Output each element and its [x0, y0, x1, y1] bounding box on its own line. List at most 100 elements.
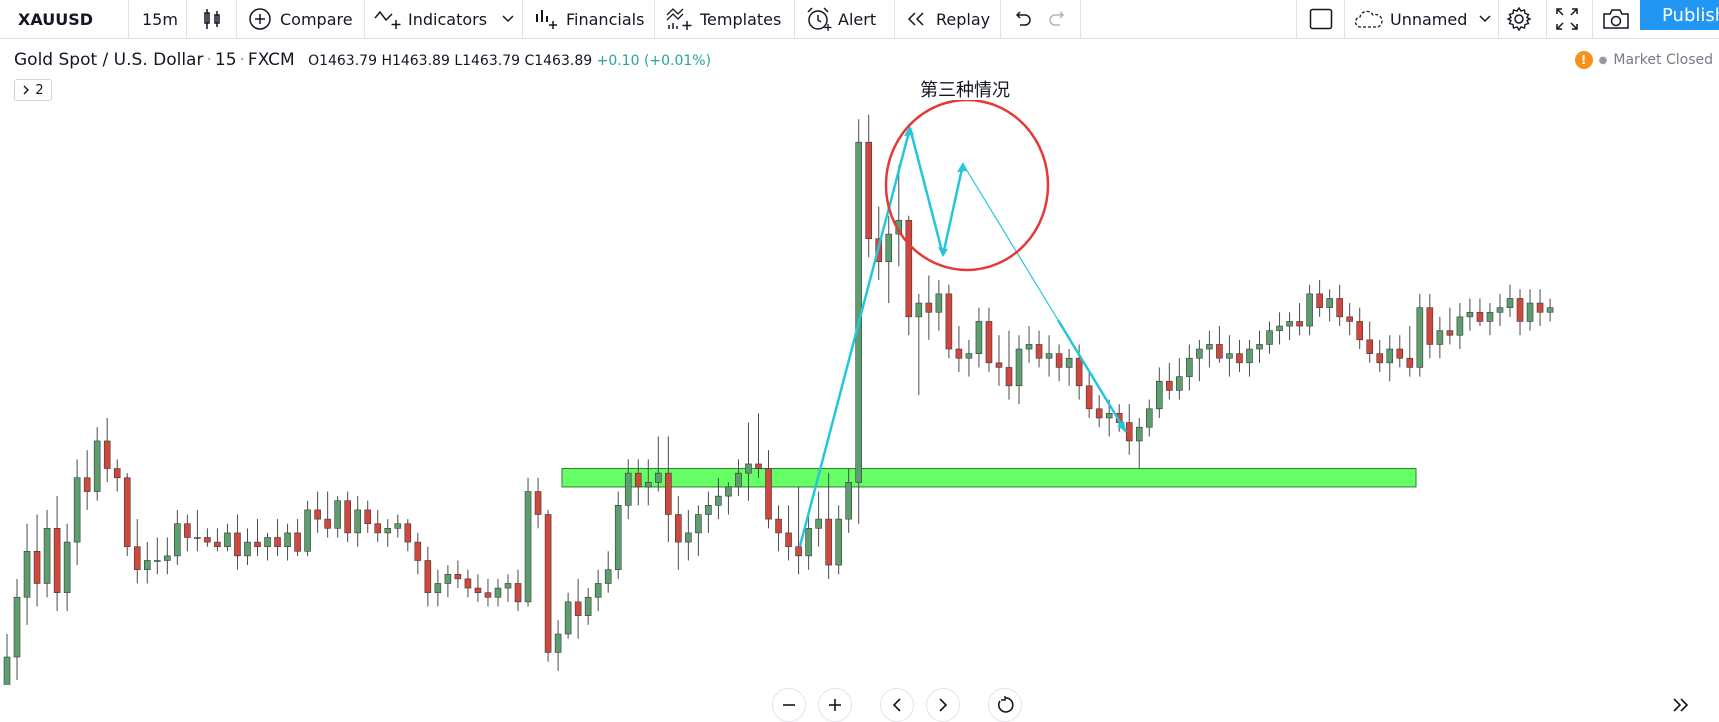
toolbar-divider [1000, 0, 1001, 38]
legend-title[interactable]: Gold Spot / U.S. Dollar [14, 50, 203, 70]
candle-body [1486, 311, 1494, 322]
symbol-search[interactable]: XAUUSD [18, 0, 93, 38]
chart-type-button[interactable] [202, 0, 222, 38]
zoom-out-button[interactable] [772, 688, 806, 722]
candle-body [1296, 321, 1303, 327]
candle-body [644, 482, 652, 488]
candle-body [1176, 376, 1183, 391]
plus-icon [829, 699, 841, 711]
candle-body [1516, 298, 1524, 322]
candle-body [1376, 353, 1384, 364]
candle-body [1135, 426, 1143, 442]
trend-line-down [1056, 319, 1128, 433]
candle-body [725, 486, 732, 497]
undo-button[interactable] [1012, 0, 1032, 38]
candle-body [1095, 408, 1103, 419]
fullscreen-button[interactable] [1556, 0, 1578, 38]
candle-body [1526, 302, 1534, 322]
candle-body [1326, 298, 1333, 308]
candle-body [123, 477, 131, 547]
annotation-text[interactable]: 第三种情况 [920, 76, 1010, 102]
top-toolbar: XAUUSD 15m Compare Indicators Financials… [0, 0, 1719, 39]
price-chart[interactable] [0, 100, 1719, 685]
candle-body [765, 468, 772, 520]
compare-label: Compare [280, 9, 353, 29]
candle-body [1216, 344, 1223, 359]
candle-body [1005, 367, 1013, 387]
candle-body [444, 573, 452, 584]
undo-icon [1015, 11, 1031, 26]
minus-icon [783, 704, 795, 706]
candle-body [564, 601, 572, 635]
candle-body [1406, 357, 1414, 368]
scroll-left-button[interactable] [880, 688, 914, 722]
scroll-right-button[interactable] [926, 688, 960, 722]
candle-body [1546, 307, 1554, 313]
templates-button[interactable]: Templates [666, 0, 781, 38]
toolbar-divider [186, 0, 187, 38]
candle-body [264, 537, 271, 547]
toolbar-divider [1080, 0, 1081, 38]
toolbar-divider [1546, 0, 1547, 38]
candle-body [885, 233, 893, 262]
candle-body [1025, 344, 1033, 350]
indicators-dropdown[interactable] [502, 0, 514, 38]
alert-button[interactable]: Alert [806, 0, 876, 38]
reset-chart-button[interactable] [988, 688, 1022, 722]
candle-body [504, 583, 512, 589]
candle-body [494, 587, 502, 598]
snapshot-button[interactable] [1602, 0, 1630, 38]
candle-body [1075, 357, 1083, 387]
redo-button[interactable] [1048, 0, 1068, 38]
candle-body [194, 537, 201, 539]
drawing-frame-button[interactable] [1309, 0, 1333, 38]
legend-low: L1463.79 [454, 53, 521, 69]
candle-body [584, 596, 592, 616]
publish-button[interactable]: Publish [1640, 0, 1719, 30]
candle-body [174, 523, 181, 557]
candle-body [1316, 293, 1323, 308]
rewind-icon [907, 12, 924, 26]
candle-body [1125, 422, 1133, 442]
candle-body [825, 518, 832, 566]
candle-body [634, 472, 642, 488]
interval-button[interactable]: 15m [142, 0, 178, 38]
candle-body [1055, 353, 1063, 368]
trend-line-down-short [908, 127, 945, 256]
candle-body [43, 528, 51, 584]
candle-body [1366, 339, 1374, 354]
chevron-down-icon [1479, 15, 1491, 23]
candle-body [63, 541, 71, 593]
candle-body [1456, 316, 1464, 336]
candle-body [705, 505, 712, 515]
candle-body [474, 587, 482, 593]
candle-body [554, 633, 562, 653]
settings-button[interactable] [1506, 0, 1532, 38]
candle-body [1085, 385, 1093, 410]
replay-button[interactable]: Replay [906, 0, 990, 38]
candle-body [1196, 348, 1203, 359]
candle-body [284, 532, 291, 547]
cloud-icon [1354, 10, 1383, 28]
layout-button[interactable]: Unnamed [1354, 0, 1491, 38]
candle-body [53, 528, 61, 593]
candle-body [1426, 307, 1434, 345]
candle-body [745, 463, 752, 474]
candle-body [805, 528, 812, 557]
candle-body [1346, 316, 1353, 322]
zoom-in-button[interactable] [818, 688, 852, 722]
compare-button[interactable]: Compare [248, 0, 353, 38]
candle-body [214, 541, 221, 547]
warning-icon[interactable]: ! [1574, 51, 1593, 69]
candle-body [685, 532, 692, 543]
candle-body [1286, 321, 1293, 327]
fullscreen-icon [1556, 8, 1578, 30]
legend-collapse-button[interactable]: 2 [14, 79, 52, 101]
legend-source: FXCM [247, 50, 295, 70]
arrow-head [938, 247, 948, 257]
indicators-button[interactable]: Indicators [374, 0, 487, 38]
highlight-circle [884, 100, 1050, 272]
scroll-to-realtime-button[interactable] [1664, 688, 1698, 722]
financials-button[interactable]: Financials [534, 0, 644, 38]
chevron-right-icon [939, 698, 948, 712]
